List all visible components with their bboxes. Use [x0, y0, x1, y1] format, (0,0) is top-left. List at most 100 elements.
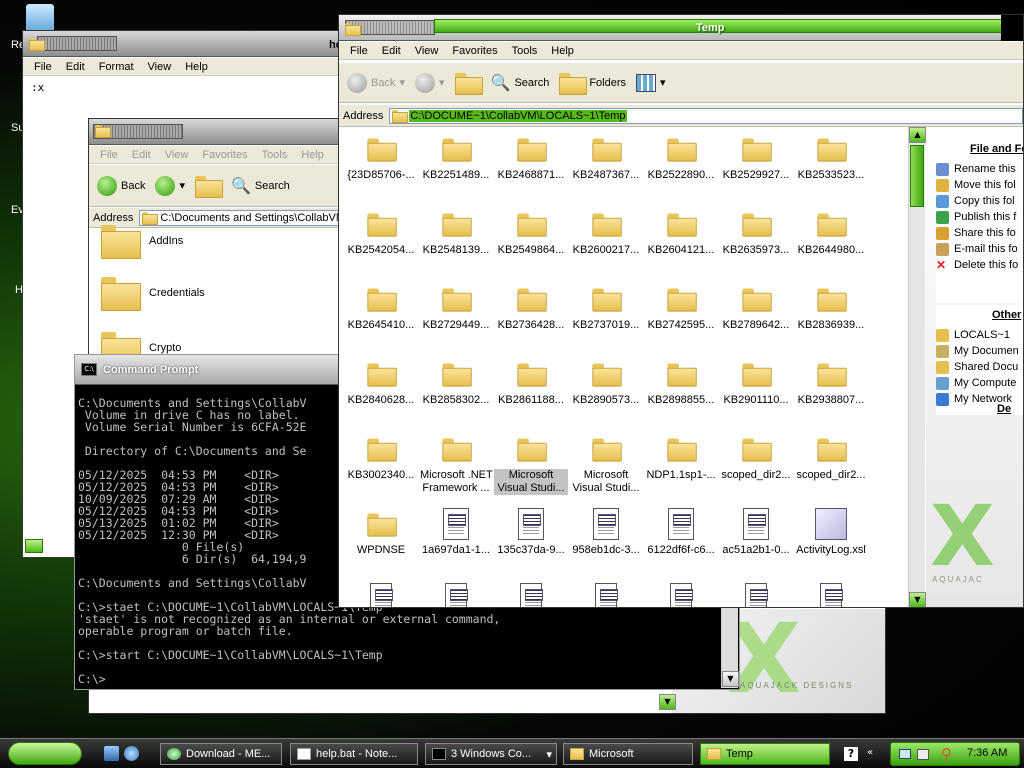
folder-item[interactable]: KB2644980... [794, 208, 868, 257]
file-item[interactable] [644, 581, 718, 607]
file-item[interactable]: 958eb1dc-3... [569, 508, 643, 557]
folder-item[interactable]: KB2789642... [719, 283, 793, 332]
folder-item[interactable]: KB2635973... [719, 208, 793, 257]
file-item[interactable]: 6122df6f-c6... [644, 508, 718, 557]
back-button[interactable]: Back ▾ [347, 72, 405, 93]
start-button[interactable] [8, 742, 82, 765]
scroll-up-button[interactable]: ▲ [909, 127, 926, 143]
file-list-scrollbar[interactable]: ▲ ▼ [908, 127, 926, 607]
file-item[interactable]: 1a697da1-1... [419, 508, 493, 557]
folder-item[interactable]: KB2736428... [494, 283, 568, 332]
tasks-link[interactable]: Move this fol [936, 177, 1023, 193]
folder-item[interactable]: KB2542054... [344, 208, 418, 257]
search-button[interactable]: 🔍 Search [491, 73, 550, 93]
menu-file[interactable]: File [93, 149, 125, 161]
network-icon[interactable] [899, 749, 911, 759]
folder-item[interactable]: AddIns [101, 225, 183, 259]
notepad-titlebar[interactable]: he [23, 31, 351, 57]
tasks-link[interactable]: ✕ Delete this fo [936, 257, 1023, 273]
menu-tools[interactable]: Tools [505, 45, 545, 57]
folder-item[interactable]: KB3002340... [344, 433, 418, 482]
taskbar-button[interactable]: Temp [700, 743, 830, 765]
folder-item[interactable]: scoped_dir2... [794, 433, 868, 482]
menu-edit[interactable]: Edit [125, 149, 158, 161]
taskbar-button[interactable]: 3 Windows Co... ▾ [425, 743, 557, 765]
menu-tools[interactable]: Tools [255, 149, 295, 161]
forward-button[interactable]: ▾ [415, 72, 445, 93]
folder-item[interactable]: KB2898855... [644, 358, 718, 407]
file-item[interactable] [569, 581, 643, 607]
scroll-down-button[interactable]: ▼ [722, 671, 739, 687]
search-button[interactable]: 🔍 Search [231, 176, 290, 196]
file-item[interactable]: ActivityLog.xsl [794, 508, 868, 557]
scroll-thumb[interactable] [910, 145, 924, 207]
menu-view[interactable]: View [158, 149, 196, 161]
menu-favorites[interactable]: Favorites [445, 45, 504, 57]
tasks-link[interactable]: Share this fo [936, 225, 1023, 241]
temp-titlebar[interactable]: Temp [339, 15, 1023, 41]
scroll-down-button[interactable]: ▼ [909, 592, 926, 607]
other-link[interactable]: LOCALS~1 [936, 327, 1023, 343]
folder-item[interactable]: KB2890573... [569, 358, 643, 407]
quicklaunch-desktop-icon[interactable] [104, 746, 119, 761]
folder-item[interactable]: KB2836939... [794, 283, 868, 332]
file-list-view[interactable]: {23D85706-... KB2251489... KB2468871... KB2… [339, 128, 907, 607]
menu-help[interactable]: Help [544, 45, 581, 57]
search-tray-icon[interactable]: ⚲ [941, 745, 952, 763]
folder-item[interactable]: {23D85706-... [344, 133, 418, 182]
folder-item[interactable]: KB2529927... [719, 133, 793, 182]
folder-item[interactable]: KB2729449... [419, 283, 493, 332]
up-button[interactable] [454, 72, 483, 95]
other-link[interactable]: Shared Docu [936, 359, 1023, 375]
file-item[interactable]: ac51a2b1-0... [719, 508, 793, 557]
menu-favorites[interactable]: Favorites [195, 149, 254, 161]
up-button[interactable] [195, 175, 223, 198]
tasks-link[interactable]: E-mail this fo [936, 241, 1023, 257]
folder-item[interactable]: KB2251489... [419, 133, 493, 182]
folder-item[interactable]: KB2858302... [419, 358, 493, 407]
file-item[interactable] [719, 581, 793, 607]
folder-item[interactable]: KB2548139... [419, 208, 493, 257]
menu-view[interactable]: View [141, 61, 179, 73]
other-link[interactable]: My Documen [936, 343, 1023, 359]
tasks-link[interactable]: Publish this f [936, 209, 1023, 225]
other-link[interactable]: My Compute [936, 375, 1023, 391]
folder-item[interactable]: NDP1.1sp1-... [644, 433, 718, 482]
folder-item[interactable]: KB2645410... [344, 283, 418, 332]
folder-item[interactable]: Credentials [101, 277, 205, 311]
panel-title[interactable]: File and Fo [936, 139, 1023, 161]
quicklaunch-ie-icon[interactable] [124, 746, 139, 761]
folder-item[interactable]: KB2522890... [644, 133, 718, 182]
folders-button[interactable]: Folders [559, 72, 626, 95]
folder-item[interactable]: KB2604121... [644, 208, 718, 257]
folder-item[interactable]: scoped_dir2... [719, 433, 793, 482]
taskbar-button[interactable]: Microsoft [563, 743, 693, 765]
file-item[interactable] [794, 581, 868, 607]
folder-item[interactable]: KB2487367... [569, 133, 643, 182]
notepad-text-area[interactable]: :x [31, 81, 44, 94]
folder-item[interactable]: KB2901110... [719, 358, 793, 407]
address-input[interactable]: C:\DOCUME~1\CollabVM\LOCALS~1\Temp [389, 107, 1023, 124]
folder-item[interactable]: KB2533523... [794, 133, 868, 182]
folder-item[interactable]: WPDNSE [344, 508, 418, 557]
folder-item[interactable]: KB2600217... [569, 208, 643, 257]
folder-item[interactable]: KB2549864... [494, 208, 568, 257]
tasks-link[interactable]: Rename this [936, 161, 1023, 177]
menu-file[interactable]: File [27, 61, 59, 73]
volume-icon[interactable] [917, 749, 929, 760]
help-icon[interactable]: ? [844, 747, 858, 761]
folder-item[interactable]: KB2938807... [794, 358, 868, 407]
file-item[interactable]: 135c37da-9... [494, 508, 568, 557]
notepad-scroll-left[interactable] [25, 539, 43, 553]
folder-item[interactable]: KB2742595... [644, 283, 718, 332]
folder-item[interactable]: KB2468871... [494, 133, 568, 182]
tasks-link[interactable]: Copy this fol [936, 193, 1023, 209]
menu-file[interactable]: File [343, 45, 375, 57]
file-item[interactable] [344, 581, 418, 607]
panel-title[interactable]: Other [936, 305, 1023, 327]
menu-format[interactable]: Format [92, 61, 141, 73]
menu-edit[interactable]: Edit [375, 45, 408, 57]
menu-view[interactable]: View [408, 45, 446, 57]
details-panel-title[interactable]: De [997, 403, 1011, 415]
file-item[interactable] [419, 581, 493, 607]
